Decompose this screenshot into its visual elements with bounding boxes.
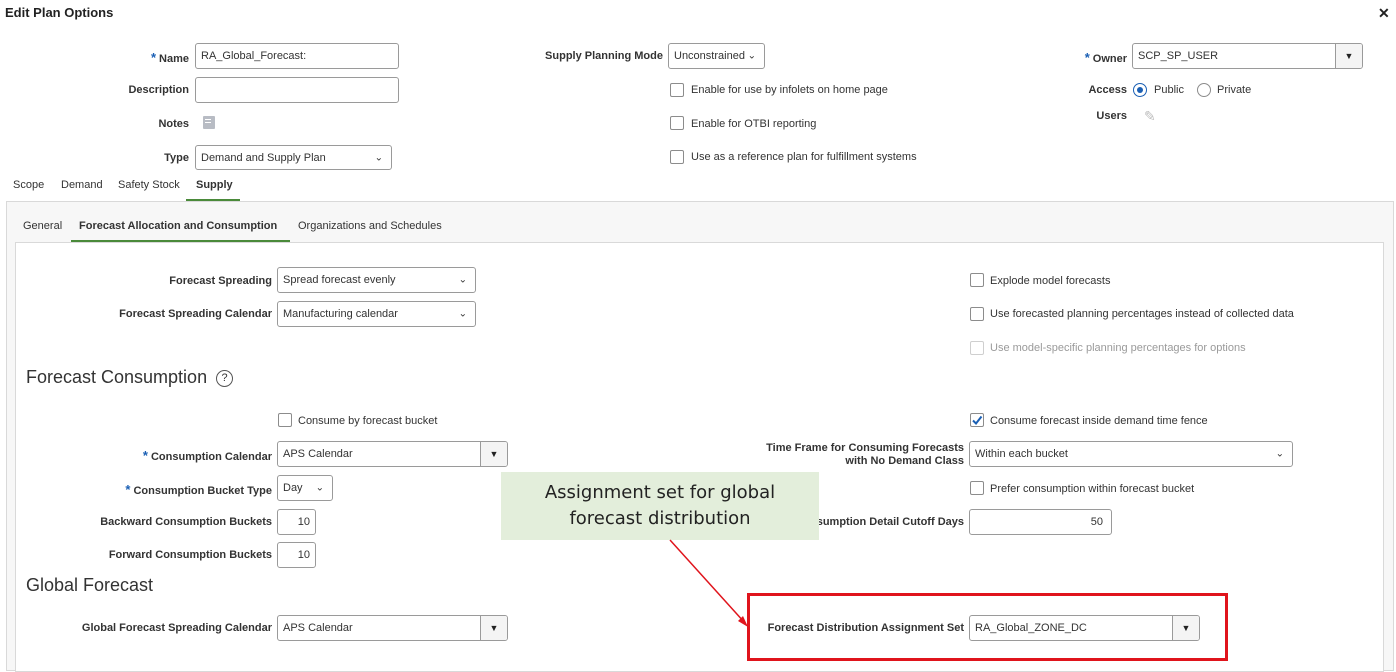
forecast-spreading-select[interactable]: Spread forecast evenly ⌄ [277,267,476,293]
callout-line-1: Assignment set for global [544,482,776,503]
consumption-calendar-label: * Consumption Calendar [142,448,272,463]
dropdown-arrow-icon[interactable]: ▼ [480,616,507,640]
help-icon[interactable]: ? [216,369,234,387]
chevron-down-icon: ⌄ [458,274,467,286]
dropdown-arrow-icon[interactable]: ▼ [1335,44,1362,68]
global-forecast-heading: Global Forecast [26,575,154,595]
tab-scope[interactable]: Scope [13,179,44,191]
access-label: Access [1088,84,1127,96]
explode-model-checkbox[interactable] [970,273,984,287]
infolets-label: Enable for use by infolets on home page [691,84,888,96]
supply-mode-label: Supply Planning Mode [545,50,663,62]
access-private-label: Private [1217,84,1252,96]
access-public-label: Public [1154,84,1184,96]
name-input[interactable]: RA_Global_Forecast: [195,43,399,69]
type-label: Type [164,152,189,164]
callout-box: Assignment set for global forecast distr… [501,472,819,540]
explode-model-label: Explode model forecasts [990,275,1111,287]
close-icon[interactable]: ✕ [1378,5,1390,22]
owner-label: * Owner [1084,50,1127,65]
access-public-radio[interactable] [1133,83,1147,97]
owner-select[interactable]: SCP_SP_USER ▼ [1132,43,1363,69]
consume-by-bucket-label: Consume by forecast bucket [298,415,438,427]
forecast-spreading-calendar-label: Forecast Spreading Calendar [119,308,272,320]
callout-line-2: forecast distribution [569,508,751,529]
bucket-type-label: * Consumption Bucket Type [125,482,272,497]
subtab-general[interactable]: General [23,220,62,232]
subtab-organizations[interactable]: Organizations and Schedules [298,220,442,232]
bucket-type-select[interactable]: Day ⌄ [277,475,333,501]
use-model-specific-checkbox [970,341,984,355]
forward-buckets-input[interactable]: 10 [277,542,316,568]
notes-icon[interactable] [203,116,215,129]
global-calendar-select[interactable]: APS Calendar ▼ [277,615,508,641]
chevron-down-icon: ⌄ [374,152,383,163]
cutoff-days-label: sumption Detail Cutoff Days [816,516,964,528]
timeframe-label: Time Frame for Consuming Forecasts with … [766,442,964,467]
reference-plan-label: Use as a reference plan for fulfillment … [691,151,917,163]
prefer-consumption-label: Prefer consumption within forecast bucke… [990,483,1195,495]
checkmark-icon [972,415,983,426]
forward-buckets-label: Forward Consumption Buckets [108,549,272,561]
inside-fence-label: Consume forecast inside demand time fenc… [990,415,1208,427]
tab-supply[interactable]: Supply [196,179,233,191]
dropdown-arrow-icon[interactable]: ▼ [480,442,507,466]
use-forecasted-checkbox[interactable] [970,307,984,321]
infolets-checkbox[interactable] [670,83,684,97]
inside-fence-checkbox[interactable] [970,413,984,427]
access-private-radio[interactable] [1197,83,1211,97]
description-input[interactable] [195,77,399,103]
chevron-down-icon: ⌄ [458,308,467,320]
forecast-spreading-label: Forecast Spreading [169,275,272,287]
backward-buckets-input[interactable]: 10 [277,509,316,535]
global-calendar-label: Global Forecast Spreading Calendar [81,622,272,634]
consumption-calendar-select[interactable]: APS Calendar ▼ [277,441,508,467]
use-forecasted-label: Use forecasted planning percentages inst… [990,308,1294,320]
subtab-forecast-allocation[interactable]: Forecast Allocation and Consumption [79,220,277,232]
users-label: Users [1096,110,1127,122]
otbi-label: Enable for OTBI reporting [691,118,817,130]
timeframe-select[interactable]: Within each bucket ⌄ [969,441,1293,467]
highlight-box [747,593,1228,661]
description-label: Description [128,84,189,96]
supply-mode-select[interactable]: Unconstrained ⌄ [668,43,765,69]
notes-label: Notes [158,118,189,130]
use-model-specific-label: Use model-specific planning percentages … [990,342,1246,354]
cutoff-days-input[interactable]: 50 [969,509,1112,535]
chevron-down-icon: ⌄ [315,482,324,494]
pencil-icon[interactable]: ✎ [1144,108,1156,125]
tab-demand[interactable]: Demand [61,179,103,191]
type-select[interactable]: Demand and Supply Plan ⌄ [195,145,392,170]
forecast-consumption-heading: Forecast Consumption ? [26,367,234,388]
dialog-title: Edit Plan Options [5,5,114,20]
forecast-spreading-calendar-select[interactable]: Manufacturing calendar ⌄ [277,301,476,327]
consume-by-bucket-checkbox[interactable] [278,413,292,427]
name-label: * Name [150,50,189,65]
chevron-down-icon: ⌄ [1275,448,1284,460]
prefer-consumption-checkbox[interactable] [970,481,984,495]
backward-buckets-label: Backward Consumption Buckets [100,516,272,528]
otbi-checkbox[interactable] [670,116,684,130]
reference-plan-checkbox[interactable] [670,150,684,164]
chevron-down-icon: ⌄ [747,50,756,62]
tab-safety-stock[interactable]: Safety Stock [118,179,180,191]
